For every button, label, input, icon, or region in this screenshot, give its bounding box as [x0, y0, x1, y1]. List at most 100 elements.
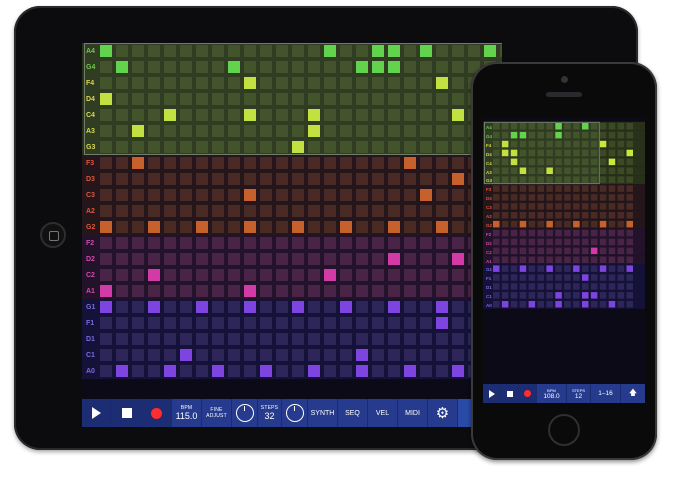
- step-cell[interactable]: [626, 229, 634, 237]
- step-cell[interactable]: [599, 194, 607, 201]
- step-cell[interactable]: [292, 157, 304, 169]
- step-cell[interactable]: [501, 247, 509, 255]
- step-cell[interactable]: [116, 189, 128, 201]
- step-cell[interactable]: [590, 256, 598, 264]
- step-cell[interactable]: [228, 317, 240, 329]
- step-cell[interactable]: [501, 220, 509, 228]
- step-cell[interactable]: [626, 238, 634, 246]
- step-cell[interactable]: [546, 194, 553, 201]
- step-cell[interactable]: [388, 349, 400, 361]
- step-cell[interactable]: [116, 237, 128, 249]
- step-cell[interactable]: [308, 205, 320, 217]
- step-cell[interactable]: [582, 256, 589, 264]
- step-cell[interactable]: [617, 220, 625, 228]
- step-cell[interactable]: [564, 301, 571, 308]
- step-cell[interactable]: [132, 237, 144, 249]
- step-cell[interactable]: [276, 253, 288, 265]
- step-cell[interactable]: [324, 285, 336, 297]
- step-cell-on[interactable]: [599, 140, 607, 148]
- step-cell[interactable]: [617, 256, 625, 264]
- step-cell-on[interactable]: [196, 221, 208, 233]
- step-cell[interactable]: [180, 189, 192, 201]
- step-cell[interactable]: [452, 157, 464, 169]
- step-cell[interactable]: [180, 221, 192, 233]
- step-cell[interactable]: [116, 349, 128, 361]
- step-cell[interactable]: [340, 189, 352, 201]
- step-cell[interactable]: [626, 212, 634, 219]
- step-cell[interactable]: [599, 212, 607, 219]
- step-cell[interactable]: [573, 283, 580, 290]
- step-cell[interactable]: [617, 274, 625, 281]
- step-cell[interactable]: [452, 349, 464, 361]
- step-cell-on[interactable]: [388, 301, 400, 313]
- step-cell[interactable]: [356, 189, 368, 201]
- step-cell[interactable]: [212, 205, 224, 217]
- step-cell[interactable]: [164, 189, 176, 201]
- step-cell[interactable]: [573, 292, 580, 299]
- steps-control[interactable]: STEPS 12: [567, 384, 591, 403]
- step-cell[interactable]: [388, 189, 400, 201]
- step-cell[interactable]: [493, 238, 500, 246]
- step-cell[interactable]: [501, 274, 509, 281]
- step-cell[interactable]: [555, 220, 562, 228]
- step-cell[interactable]: [340, 173, 352, 185]
- step-cell[interactable]: [116, 173, 128, 185]
- step-cell[interactable]: [340, 365, 352, 377]
- step-cell[interactable]: [493, 292, 500, 299]
- step-cell[interactable]: [212, 349, 224, 361]
- step-cell[interactable]: [528, 220, 536, 228]
- step-cell[interactable]: [244, 349, 256, 361]
- step-cell[interactable]: [228, 157, 240, 169]
- step-cell[interactable]: [599, 167, 607, 175]
- step-cell[interactable]: [599, 256, 607, 264]
- step-cell[interactable]: [582, 229, 589, 237]
- step-cell[interactable]: [493, 203, 500, 210]
- step-cell[interactable]: [519, 203, 527, 210]
- step-cell-on[interactable]: [626, 220, 634, 228]
- step-cell[interactable]: [164, 269, 176, 281]
- step-cell[interactable]: [100, 205, 112, 217]
- step-cell[interactable]: [356, 253, 368, 265]
- step-cell[interactable]: [260, 285, 272, 297]
- step-cell[interactable]: [340, 317, 352, 329]
- step-cell[interactable]: [212, 253, 224, 265]
- step-cell[interactable]: [148, 157, 160, 169]
- step-cell[interactable]: [590, 203, 598, 210]
- step-cell[interactable]: [528, 256, 536, 264]
- step-cell[interactable]: [617, 140, 625, 148]
- step-cell[interactable]: [308, 189, 320, 201]
- step-cell[interactable]: [519, 247, 527, 255]
- step-cell[interactable]: [212, 333, 224, 345]
- step-cell[interactable]: [590, 301, 598, 308]
- step-cell-on[interactable]: [148, 221, 160, 233]
- step-cell[interactable]: [116, 317, 128, 329]
- step-cell[interactable]: [608, 256, 616, 264]
- step-cell[interactable]: [510, 229, 518, 237]
- step-cell[interactable]: [164, 221, 176, 233]
- step-cell[interactable]: [148, 189, 160, 201]
- tab-seq[interactable]: SEQ: [338, 399, 368, 427]
- step-cell-on[interactable]: [292, 221, 304, 233]
- step-cell[interactable]: [608, 185, 616, 192]
- step-cell[interactable]: [599, 131, 607, 139]
- step-cell[interactable]: [452, 317, 464, 329]
- step-cell[interactable]: [228, 333, 240, 345]
- step-cell[interactable]: [537, 220, 545, 228]
- step-cell[interactable]: [420, 173, 432, 185]
- step-cell[interactable]: [436, 189, 448, 201]
- step-cell[interactable]: [555, 212, 562, 219]
- step-cell-on[interactable]: [388, 253, 400, 265]
- step-cell[interactable]: [308, 317, 320, 329]
- step-cell[interactable]: [599, 292, 607, 299]
- step-cell[interactable]: [626, 194, 634, 201]
- step-cell[interactable]: [590, 238, 598, 246]
- step-cell-on[interactable]: [324, 269, 336, 281]
- step-cell[interactable]: [436, 237, 448, 249]
- step-cell[interactable]: [608, 229, 616, 237]
- step-cell[interactable]: [116, 253, 128, 265]
- step-cell[interactable]: [132, 301, 144, 313]
- step-cell[interactable]: [116, 205, 128, 217]
- step-cell[interactable]: [519, 283, 527, 290]
- step-cell[interactable]: [276, 349, 288, 361]
- step-cell-on[interactable]: [340, 301, 352, 313]
